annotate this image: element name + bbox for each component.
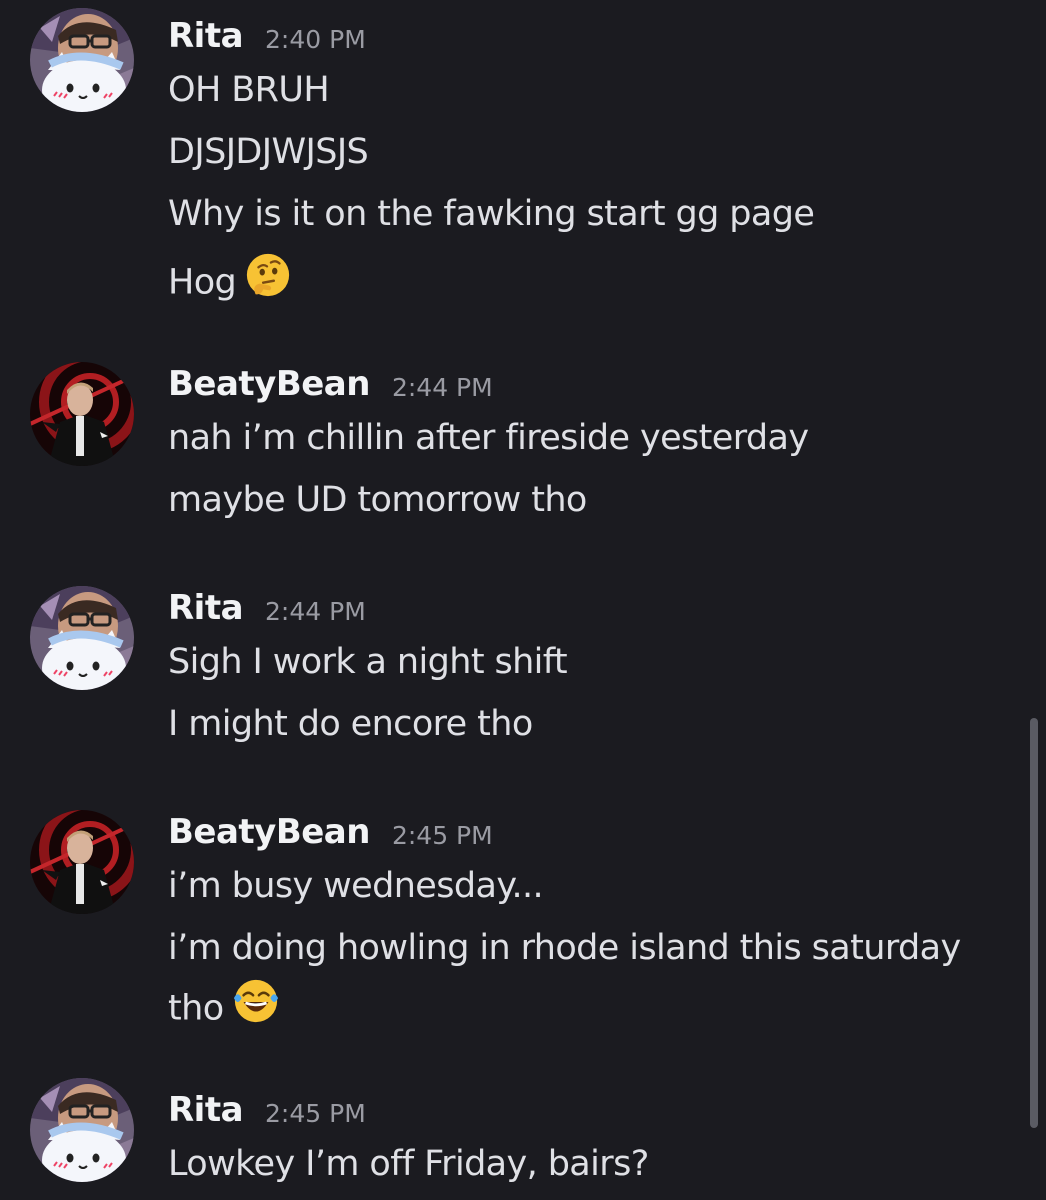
message-text: I might do encore tho bbox=[168, 704, 533, 744]
beatybean-avatar[interactable] bbox=[30, 362, 134, 466]
thinking-face-icon bbox=[244, 251, 292, 310]
timestamp: 2:44 PM bbox=[391, 372, 493, 402]
message-text: OH BRUH bbox=[168, 70, 330, 110]
rita-avatar[interactable] bbox=[30, 8, 134, 112]
message-text: i’m doing howling in rhode island this s… bbox=[168, 928, 961, 968]
chat-message-list: Rita 2:40 PM OH BRUH DJSJDJWJSJS Why is … bbox=[0, 0, 1046, 1200]
message-text: maybe UD tomorrow tho bbox=[168, 480, 587, 520]
message-text: Sigh I work a night shift bbox=[168, 642, 568, 682]
timestamp: 2:40 PM bbox=[265, 24, 366, 54]
message-header: Rita 2:44 PM bbox=[168, 576, 366, 640]
message-header: Rita 2:40 PM bbox=[168, 4, 366, 68]
username[interactable]: BeatyBean bbox=[168, 364, 370, 404]
scrollbar-thumb[interactable] bbox=[1030, 718, 1038, 1128]
username[interactable]: Rita bbox=[168, 588, 244, 628]
message-text-content: Hog bbox=[168, 262, 237, 303]
rita-avatar[interactable] bbox=[30, 586, 134, 690]
beatybean-avatar[interactable] bbox=[30, 810, 134, 914]
message-header: Rita 2:45 PM bbox=[168, 1078, 366, 1142]
message-text: Lowkey I’m off Friday, bairs? bbox=[168, 1144, 649, 1184]
timestamp: 2:45 PM bbox=[391, 820, 493, 850]
rita-avatar[interactable] bbox=[30, 1078, 134, 1182]
message-text: tho bbox=[168, 980, 280, 1029]
timestamp: 2:45 PM bbox=[265, 1098, 366, 1128]
username[interactable]: BeatyBean bbox=[168, 812, 370, 852]
message-header: BeatyBean 2:44 PM bbox=[168, 352, 493, 416]
username[interactable]: Rita bbox=[168, 1090, 244, 1130]
username[interactable]: Rita bbox=[168, 16, 244, 56]
message-text: Hog bbox=[168, 254, 292, 303]
message-text: nah i’m chillin after fireside yesterday bbox=[168, 418, 809, 458]
message-text-content: tho bbox=[168, 988, 224, 1029]
timestamp: 2:44 PM bbox=[265, 596, 366, 626]
face-with-tears-of-joy-icon bbox=[232, 977, 280, 1036]
message-header: BeatyBean 2:45 PM bbox=[168, 800, 493, 864]
message-text: DJSJDJWJSJS bbox=[168, 132, 369, 172]
message-text: i’m busy wednesday... bbox=[168, 866, 544, 906]
message-text: Why is it on the fawking start gg page bbox=[168, 194, 815, 234]
